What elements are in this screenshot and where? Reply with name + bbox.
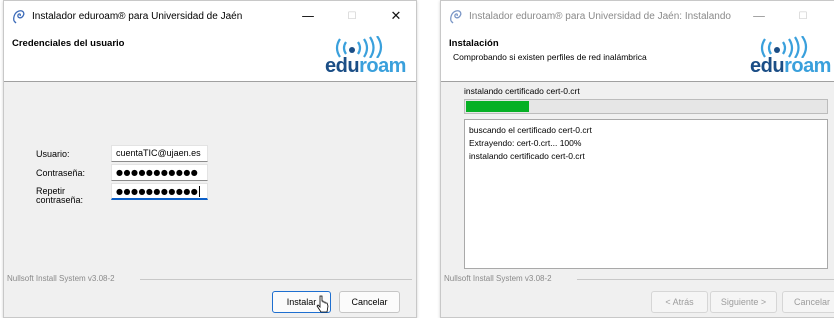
- nsis-installer-icon: [13, 10, 25, 24]
- eduroam-logo: eduroam: [322, 36, 410, 78]
- password-label: Contraseña:: [36, 168, 86, 178]
- window-title: Instalador eduroam® para Universidad de …: [469, 11, 731, 22]
- repeat-password-input[interactable]: ●●●●●●●●●●●: [111, 183, 208, 200]
- username-label: Usuario:: [36, 149, 70, 159]
- minimize-icon[interactable]: —: [286, 1, 330, 32]
- footer-separator: [577, 279, 834, 280]
- text-caret: [199, 186, 201, 197]
- cancel-button: Cancelar: [782, 291, 834, 313]
- maximize-icon: ☐: [798, 11, 808, 22]
- next-button: Siguiente >: [710, 291, 777, 313]
- installer-window-installing: Instalador eduroam® para Universidad de …: [440, 0, 834, 318]
- window-title: Instalador eduroam® para Universidad de …: [32, 11, 243, 22]
- minimize-icon[interactable]: —: [737, 1, 781, 32]
- title-bar[interactable]: Instalador eduroam® para Universidad de …: [4, 1, 416, 32]
- back-button: < Atrás: [651, 291, 708, 313]
- installer-window-credentials: Instalador eduroam® para Universidad de …: [3, 0, 417, 318]
- page-title: Credenciales del usuario: [12, 38, 125, 49]
- maximize-icon: ☐: [347, 11, 357, 22]
- install-progress-bar: [464, 99, 828, 114]
- repeat-password-label-line2: contraseña:: [36, 195, 84, 205]
- password-input[interactable]: ●●●●●●●●●●●: [111, 164, 208, 181]
- title-bar[interactable]: Instalador eduroam® para Universidad de …: [441, 1, 834, 32]
- mouse-pointer-icon: [316, 295, 329, 313]
- current-status-text: instalando certificado cert-0.crt: [464, 86, 580, 96]
- eduroam-wordmark: eduroam: [750, 55, 831, 77]
- close-icon[interactable]: ✕: [374, 1, 416, 32]
- nsis-installer-icon: [450, 10, 462, 24]
- page-subtitle: Comprobando si existen perfiles de red i…: [453, 52, 647, 62]
- cancel-button[interactable]: Cancelar: [339, 291, 400, 313]
- close-icon: ✕: [825, 1, 834, 32]
- log-line: buscando el certificado cert-0.crt: [469, 125, 592, 135]
- page-title: Instalación: [449, 38, 499, 49]
- nsis-version-label: Nullsoft Install System v3.08-2: [7, 274, 115, 283]
- eduroam-wordmark: eduroam: [325, 55, 406, 77]
- username-input[interactable]: cuentaTIC@ujaen.es: [111, 145, 208, 162]
- page-header: Instalación Comprobando si existen perfi…: [441, 32, 834, 82]
- nsis-version-label: Nullsoft Install System v3.08-2: [444, 274, 552, 283]
- log-line: Extrayendo: cert-0.crt... 100%: [469, 138, 582, 148]
- page-header: Credenciales del usuario eduroam: [4, 32, 416, 82]
- repeat-password-value: ●●●●●●●●●●●: [116, 187, 199, 196]
- log-line: instalando certificado cert-0.crt: [469, 151, 585, 161]
- footer-separator: [140, 279, 412, 280]
- install-log[interactable]: buscando el certificado cert-0.crt Extray…: [464, 119, 828, 269]
- progress-fill: [466, 101, 530, 112]
- eduroam-logo: eduroam: [747, 36, 834, 78]
